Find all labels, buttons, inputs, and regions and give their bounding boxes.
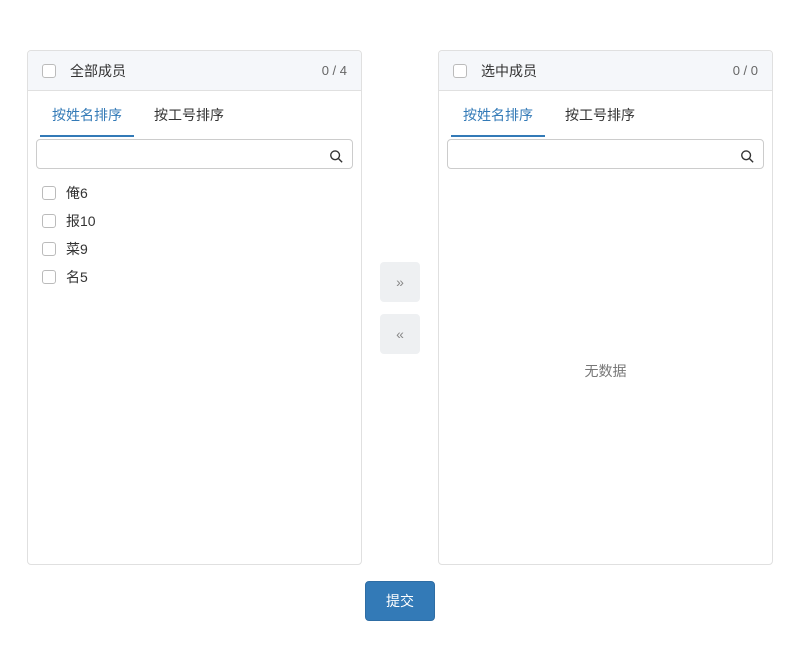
right-panel-title: 选中成员	[481, 61, 733, 81]
left-tabs: 按姓名排序 按工号排序	[28, 97, 361, 137]
right-search-wrap	[439, 137, 772, 177]
list-item[interactable]: 菜9	[36, 235, 353, 263]
list-item-checkbox[interactable]	[42, 186, 56, 200]
left-search-input[interactable]	[36, 139, 353, 169]
list-item-label: 俺6	[66, 183, 88, 203]
right-tab-sort-by-name[interactable]: 按姓名排序	[451, 97, 545, 137]
right-empty-state: 无数据	[439, 177, 772, 564]
list-item-label: 名5	[66, 267, 88, 287]
left-list: 俺6 报10 菜9 名5	[28, 177, 361, 564]
left-panel-header: 全部成员 0 / 4	[28, 51, 361, 91]
right-select-all-checkbox[interactable]	[453, 64, 467, 78]
list-item-checkbox[interactable]	[42, 242, 56, 256]
list-item[interactable]: 名5	[36, 263, 353, 291]
list-item-checkbox[interactable]	[42, 214, 56, 228]
right-panel-count: 0 / 0	[733, 63, 758, 78]
left-panel-count: 0 / 4	[322, 63, 347, 78]
transfer-buttons: » «	[380, 262, 420, 354]
left-tab-sort-by-id[interactable]: 按工号排序	[142, 97, 236, 137]
right-tabs: 按姓名排序 按工号排序	[439, 97, 772, 137]
list-item-label: 菜9	[66, 239, 88, 259]
right-tab-sort-by-id[interactable]: 按工号排序	[553, 97, 647, 137]
list-item[interactable]: 俺6	[36, 179, 353, 207]
chevron-double-left-icon: «	[396, 326, 404, 342]
move-left-button[interactable]: «	[380, 314, 420, 354]
submit-button[interactable]: 提交	[365, 581, 435, 621]
list-item[interactable]: 报10	[36, 207, 353, 235]
left-panel-title: 全部成员	[70, 61, 322, 81]
list-item-checkbox[interactable]	[42, 270, 56, 284]
right-panel-header: 选中成员 0 / 0	[439, 51, 772, 91]
right-search-input[interactable]	[447, 139, 764, 169]
chevron-double-right-icon: »	[396, 274, 404, 290]
move-right-button[interactable]: »	[380, 262, 420, 302]
right-panel: 选中成员 0 / 0 按姓名排序 按工号排序 无数据	[438, 50, 773, 565]
left-tab-sort-by-name[interactable]: 按姓名排序	[40, 97, 134, 137]
left-panel: 全部成员 0 / 4 按姓名排序 按工号排序 俺6	[27, 50, 362, 565]
list-item-label: 报10	[66, 211, 96, 231]
left-search-wrap	[28, 137, 361, 177]
left-select-all-checkbox[interactable]	[42, 64, 56, 78]
